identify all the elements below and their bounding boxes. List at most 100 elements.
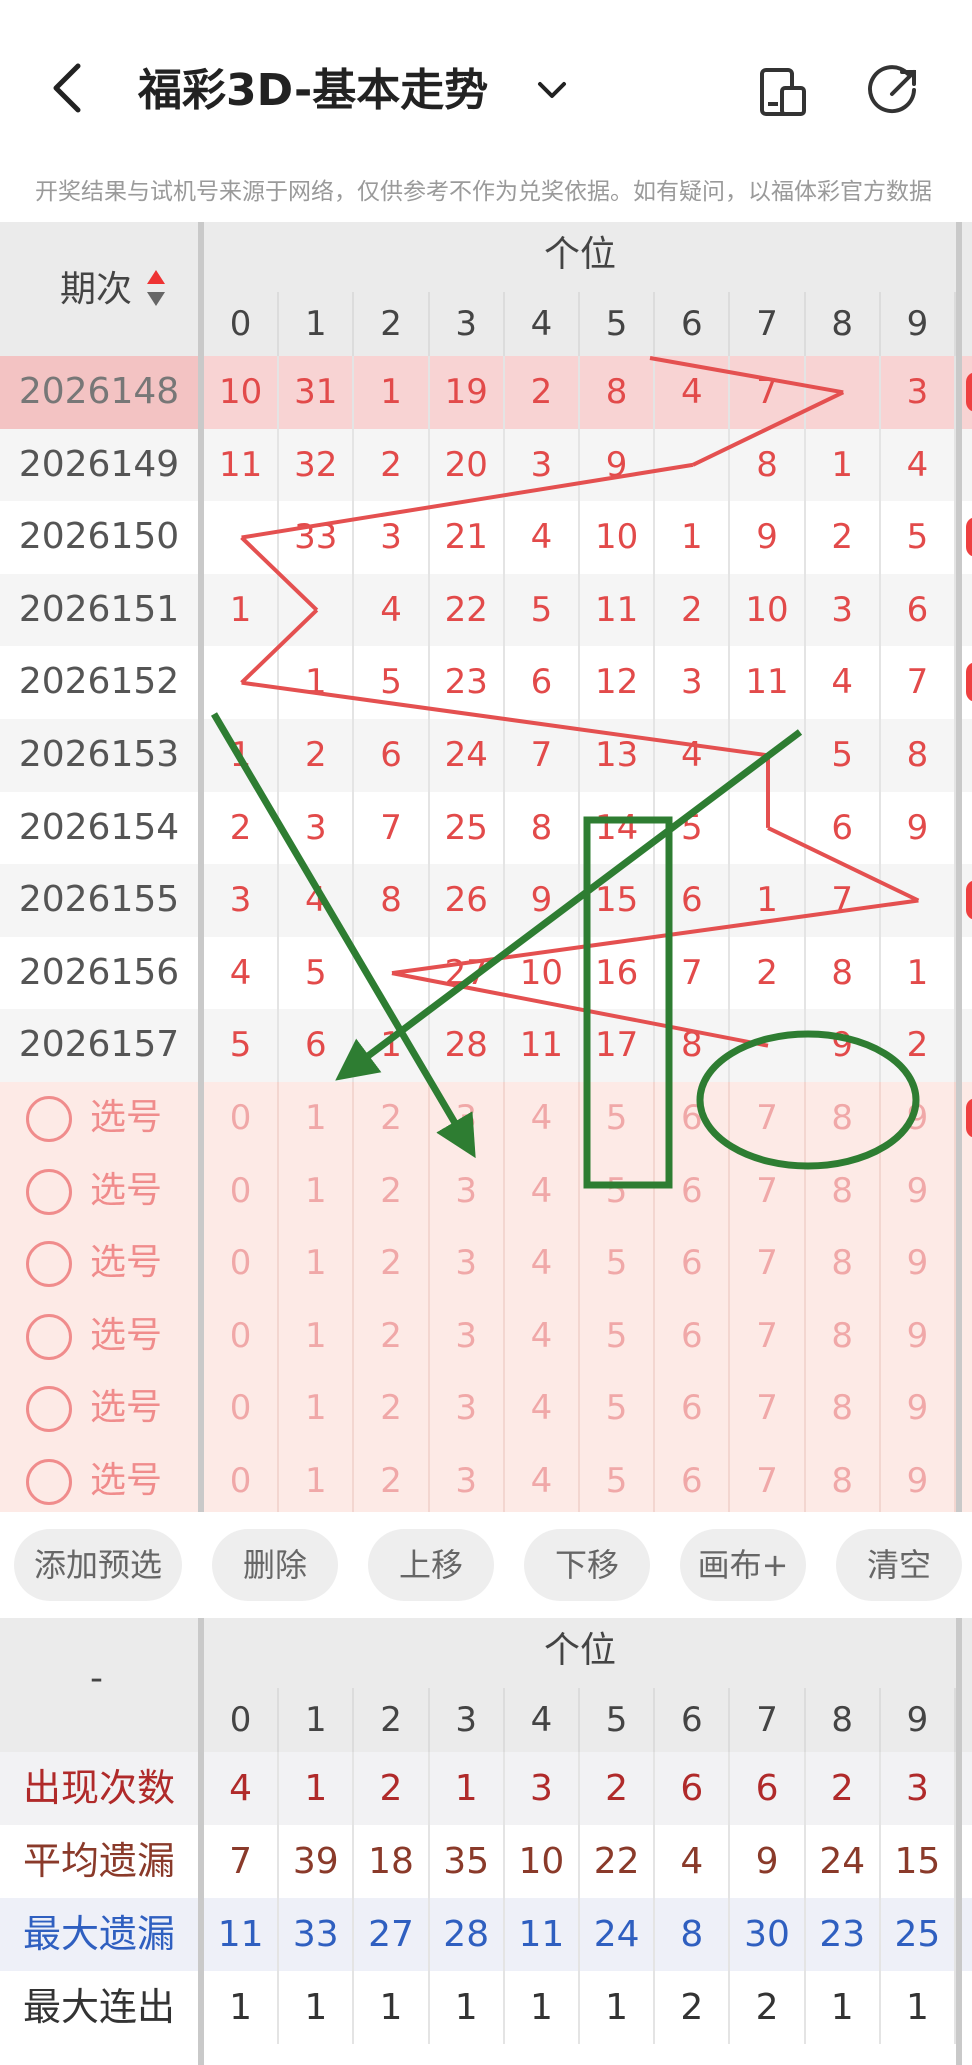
pick-cell[interactable]: 5	[580, 1299, 656, 1373]
pick-cell[interactable]: 0	[204, 1082, 280, 1155]
table-digit-header: 5	[580, 292, 656, 356]
pick-cell[interactable]: 7	[730, 1154, 806, 1228]
canvas-plus-button[interactable]: 画布+	[680, 1529, 806, 1601]
stat-value: 10	[505, 1825, 581, 1898]
pick-cell[interactable]: 1	[279, 1154, 355, 1228]
pick-cell[interactable]: 0	[204, 1299, 280, 1373]
stat-value: 1	[806, 1971, 881, 2044]
add-preselect-button[interactable]: 添加预选	[14, 1529, 182, 1601]
pick-cell[interactable]: 2	[354, 1082, 430, 1155]
pick-cell[interactable]: 1	[279, 1227, 355, 1300]
pick-cell[interactable]: 6	[655, 1299, 731, 1373]
pick-cell[interactable]: 8	[806, 1372, 881, 1445]
pick-cell[interactable]: 9	[881, 1154, 957, 1228]
sort-icon[interactable]	[145, 268, 167, 308]
pick-cell[interactable]: 2	[354, 1299, 430, 1373]
trend-cell: 5	[806, 719, 881, 792]
pick-cell[interactable]: 6	[655, 1082, 731, 1155]
share-icon[interactable]	[868, 64, 922, 118]
pick-cell[interactable]: 1	[279, 1299, 355, 1373]
pick-cell[interactable]: 3	[430, 1372, 505, 1445]
pick-cell[interactable]: 5	[580, 1445, 656, 1518]
pick-cell[interactable]: 4	[505, 1227, 581, 1300]
stat-value: 15	[881, 1825, 957, 1898]
pick-cell[interactable]: 8	[806, 1154, 881, 1228]
pick-cell[interactable]: 5	[580, 1082, 656, 1155]
pick-cell[interactable]: 7	[730, 1082, 806, 1155]
pick-cell[interactable]: 8	[806, 1227, 881, 1300]
clear-button[interactable]: 清空	[836, 1529, 962, 1601]
stat-value: 1	[881, 1971, 957, 2044]
trend-cell: 7	[881, 646, 957, 719]
pick-cell[interactable]: 7	[730, 1299, 806, 1373]
pick-cell[interactable]: 9	[881, 1299, 957, 1373]
pick-cell[interactable]: 9	[881, 1372, 957, 1445]
pick-cell[interactable]: 6	[655, 1372, 731, 1445]
pick-cell[interactable]: 9	[881, 1227, 957, 1300]
trend-cell: 4	[204, 936, 280, 1010]
table-digit-header: 0	[204, 292, 280, 356]
trend-cell: 2	[730, 936, 806, 1010]
pick-cell[interactable]: 9	[881, 1445, 957, 1518]
pick-cell[interactable]: 4	[505, 1154, 581, 1228]
pick-cell[interactable]: 3	[430, 1445, 505, 1518]
pick-cell[interactable]: 4	[505, 1299, 581, 1373]
pick-cell[interactable]: 2	[354, 1154, 430, 1228]
pick-cell[interactable]: 5	[580, 1154, 656, 1228]
delete-button[interactable]: 删除	[212, 1529, 338, 1601]
issue-column-header[interactable]: 期次	[0, 222, 198, 356]
pick-cell[interactable]: 6	[655, 1227, 731, 1300]
pick-cell[interactable]: 0	[204, 1154, 280, 1228]
issue-number: 2026148	[0, 356, 198, 429]
trend-cell: 3	[354, 501, 430, 574]
trend-cell: 32	[279, 428, 355, 502]
trend-cell: 5	[505, 573, 581, 647]
move-up-button[interactable]: 上移	[368, 1529, 494, 1601]
pick-cell[interactable]: 3	[430, 1227, 505, 1300]
stat-value: 28	[430, 1898, 505, 1971]
pick-cell[interactable]: 2	[354, 1445, 430, 1518]
pick-cell[interactable]: 3	[430, 1299, 505, 1373]
pick-cell[interactable]: 2	[354, 1227, 430, 1300]
trend-cell: 10	[730, 573, 806, 647]
pick-cell[interactable]: 6	[655, 1154, 731, 1228]
pick-cell[interactable]: 8	[806, 1445, 881, 1518]
dropdown-chevron-icon[interactable]	[532, 70, 572, 110]
pick-cell[interactable]: 4	[505, 1082, 581, 1155]
pick-cell[interactable]: 0	[204, 1445, 280, 1518]
issue-number: 2026149	[18, 443, 180, 485]
pick-cell[interactable]: 7	[730, 1372, 806, 1445]
back-chevron-icon[interactable]	[40, 58, 100, 118]
pick-cell[interactable]: 8	[806, 1299, 881, 1373]
pick-cell[interactable]: 5	[580, 1227, 656, 1300]
pick-cell[interactable]: 7	[730, 1227, 806, 1300]
pick-cell[interactable]: 7	[730, 1445, 806, 1518]
pick-cell[interactable]: 8	[806, 1082, 881, 1155]
page-title[interactable]: 福彩3D-基本走势	[138, 58, 488, 124]
stats-digit-header: 0	[204, 1688, 280, 1752]
pick-cell[interactable]: 1	[279, 1372, 355, 1445]
pick-cell[interactable]: 5	[580, 1372, 656, 1445]
trend-cell: 4	[505, 501, 581, 574]
pick-cell[interactable]: 4	[505, 1372, 581, 1445]
move-down-button[interactable]: 下移	[524, 1529, 650, 1601]
pick-cell[interactable]: 9	[881, 1082, 957, 1155]
pick-cell[interactable]: 1	[279, 1445, 355, 1518]
pick-cell[interactable]: 6	[655, 1445, 731, 1518]
pick-cell[interactable]: 0	[204, 1372, 280, 1445]
stat-row: 平均遗漏 7 39 18 35 10 22 4 9 24 15	[0, 1825, 972, 1898]
trend-cell: 1	[655, 501, 731, 574]
pick-cell[interactable]: 3	[430, 1154, 505, 1228]
pick-cell[interactable]: 4	[505, 1445, 581, 1518]
pick-label: 选号	[90, 1314, 163, 1356]
pick-cell[interactable]: 3	[430, 1082, 505, 1155]
trend-cell: 7	[655, 936, 731, 1010]
pick-cell[interactable]: 0	[204, 1227, 280, 1300]
trend-cell: 31	[279, 356, 355, 429]
pick-row: 选号 0 1 2 3 4 5 6 7 8 9	[0, 1372, 972, 1445]
pick-cell[interactable]: 2	[354, 1372, 430, 1445]
pick-cell[interactable]: 1	[279, 1082, 355, 1155]
phone-rotate-icon[interactable]	[758, 66, 808, 118]
pick-label: 选号	[90, 1460, 163, 1501]
trend-cell: 0	[204, 501, 280, 574]
